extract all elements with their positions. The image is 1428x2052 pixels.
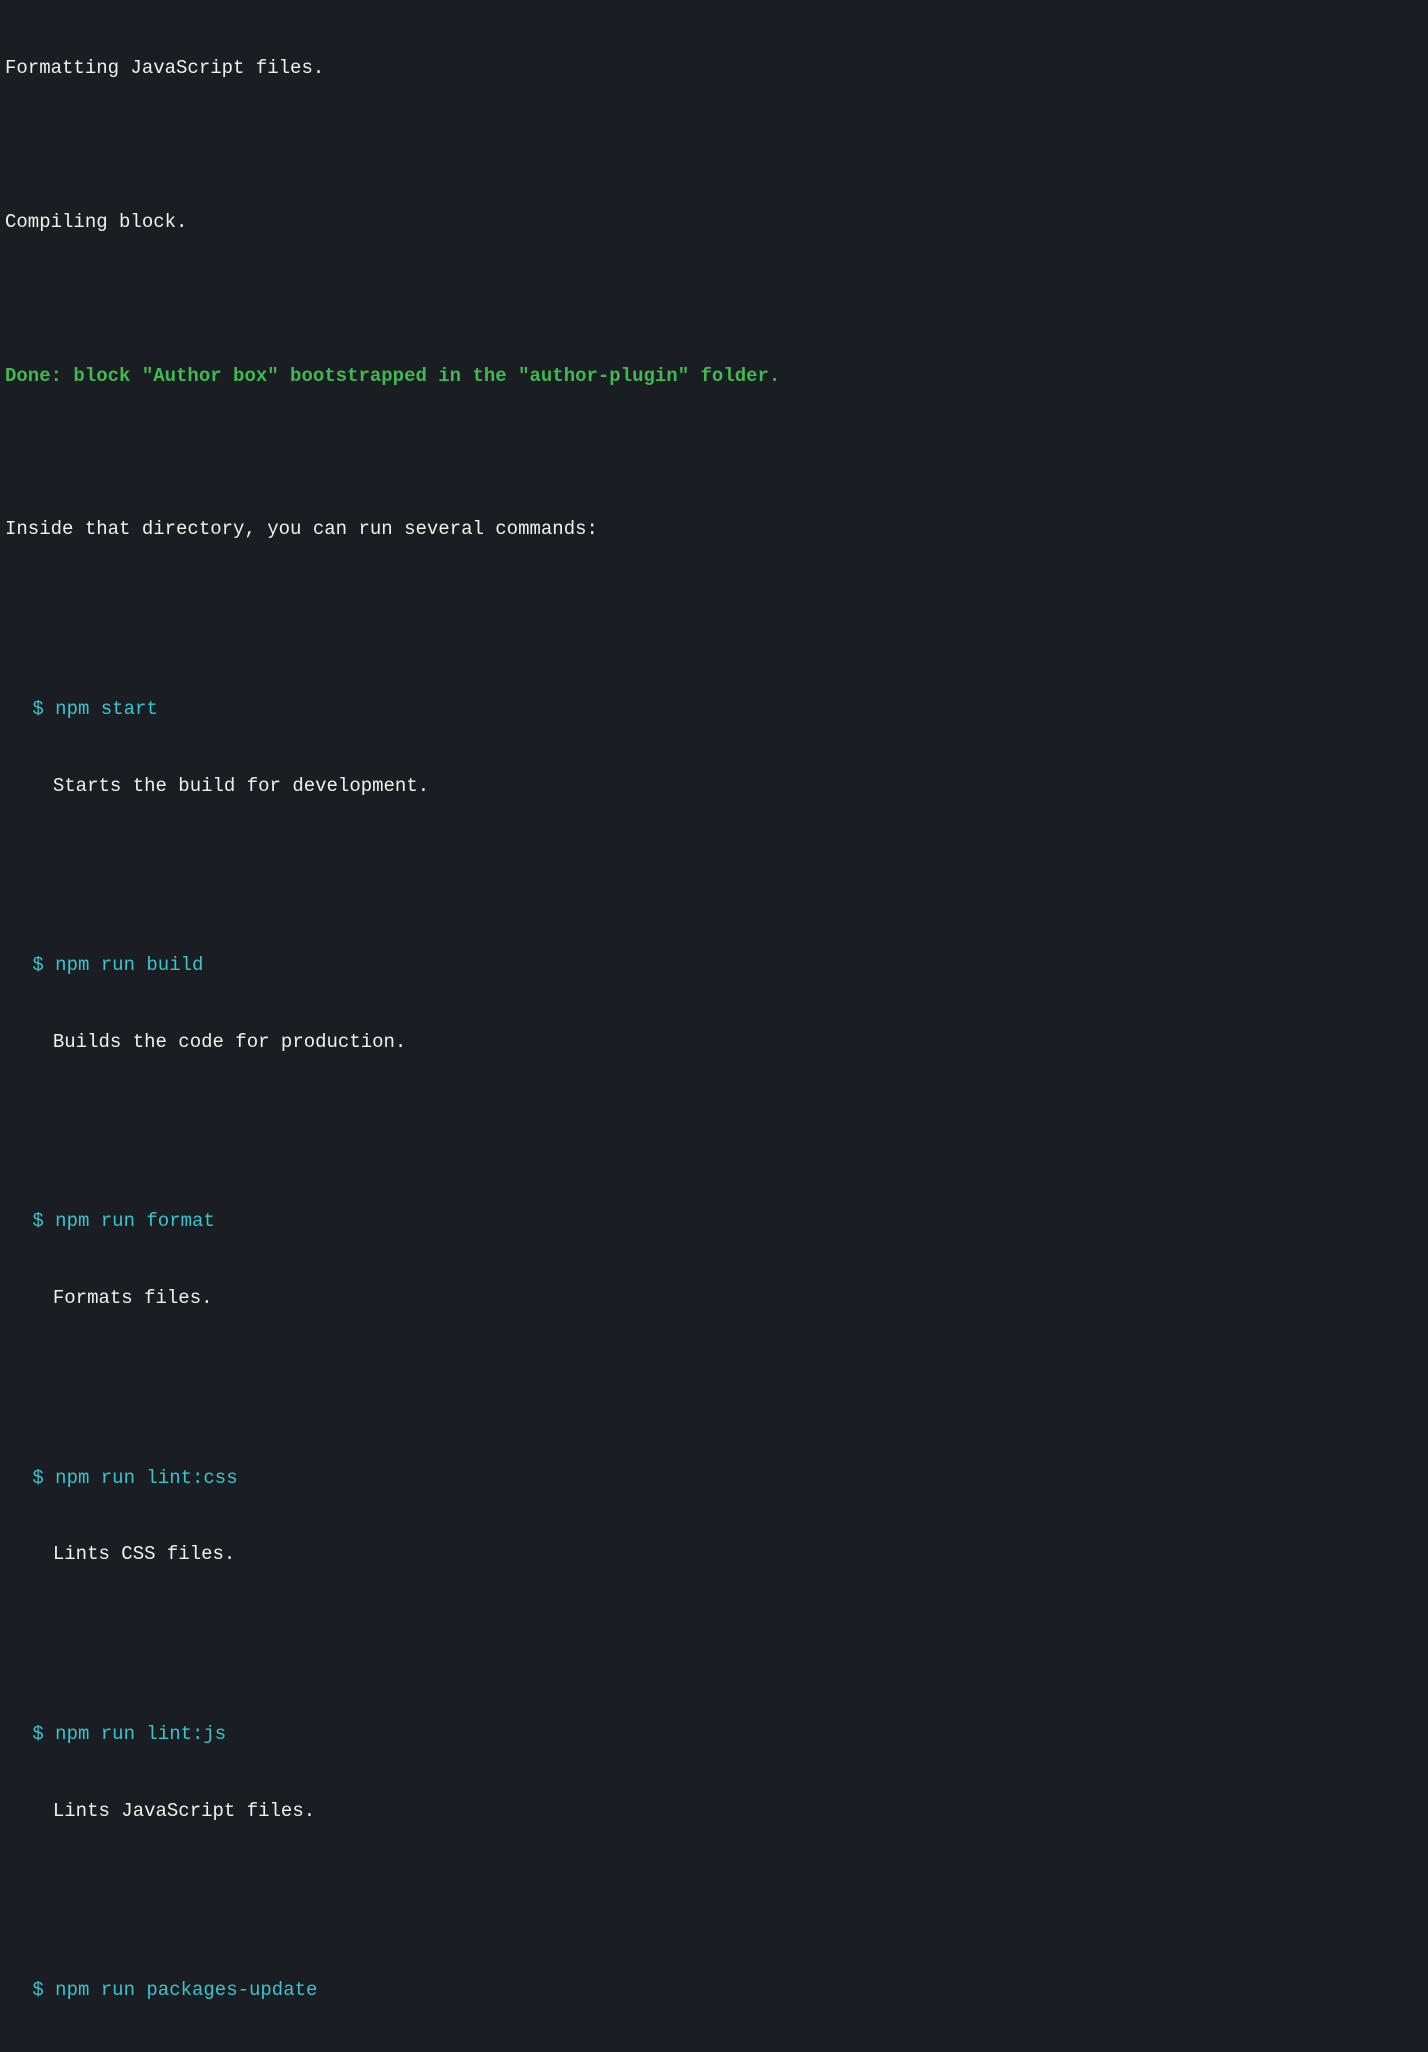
blank-line (5, 133, 1423, 159)
output-line-formatting: Formatting JavaScript files. (5, 56, 1423, 82)
output-line-compiling: Compiling block. (5, 210, 1423, 236)
command-npm-lint-css: $ npm run lint:css (5, 1466, 1423, 1492)
command-npm-packages: $ npm run packages-update (5, 1978, 1423, 2004)
command-npm-lint-js: $ npm run lint:js (5, 1722, 1423, 1748)
command-prefix: $ (32, 1723, 55, 1745)
command-npm-start: $ npm start (5, 697, 1423, 723)
output-line-inside: Inside that directory, you can run sever… (5, 517, 1423, 543)
terminal-output[interactable]: Formatting JavaScript files. Compiling b… (5, 5, 1423, 2052)
command-prefix: $ (32, 1467, 55, 1489)
command-prefix: $ (32, 954, 55, 976)
blank-line (5, 287, 1423, 313)
command-text: npm run format (55, 1210, 215, 1232)
command-npm-build: $ npm run build (5, 953, 1423, 979)
command-desc-npm-start: Starts the build for development. (5, 774, 1423, 800)
command-desc-npm-lint-js: Lints JavaScript files. (5, 1799, 1423, 1825)
command-desc-npm-lint-css: Lints CSS files. (5, 1542, 1423, 1568)
blank-line (5, 441, 1423, 467)
command-text: npm run build (55, 954, 203, 976)
command-prefix: $ (32, 698, 55, 720)
blank-line (5, 594, 1423, 620)
command-text: npm run lint:css (55, 1467, 237, 1489)
command-prefix: $ (32, 1979, 55, 2001)
command-desc-npm-format: Formats files. (5, 1286, 1423, 1312)
command-text: npm run lint:js (55, 1723, 226, 1745)
blank-line (5, 1619, 1423, 1645)
command-text: npm run packages-update (55, 1979, 317, 2001)
blank-line (5, 851, 1423, 877)
command-npm-format: $ npm run format (5, 1209, 1423, 1235)
blank-line (5, 1107, 1423, 1133)
command-desc-npm-build: Builds the code for production. (5, 1030, 1423, 1056)
blank-line (5, 1363, 1423, 1389)
command-prefix: $ (32, 1210, 55, 1232)
command-text: npm start (55, 698, 158, 720)
blank-line (5, 1876, 1423, 1902)
output-line-done: Done: block "Author box" bootstrapped in… (5, 364, 1423, 390)
